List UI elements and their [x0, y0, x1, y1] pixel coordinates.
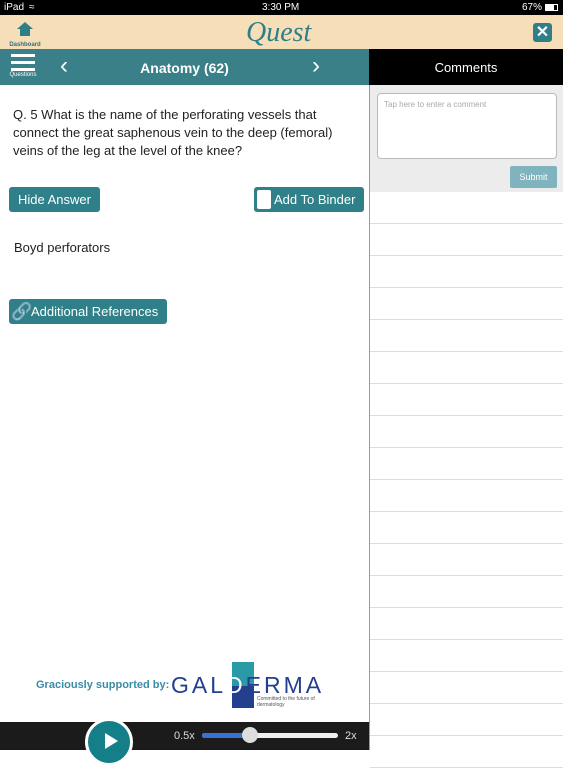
speed-max-label: 2x [345, 730, 357, 742]
play-button[interactable] [85, 718, 133, 766]
question-panel: Q. 5 What is the name of the perforating… [0, 85, 369, 722]
comment-row-divider [370, 320, 563, 352]
comment-row-divider [370, 256, 563, 288]
question-text: Q. 5 What is the name of the perforating… [13, 107, 333, 158]
comment-row-divider [370, 192, 563, 224]
submit-button[interactable]: Submit [510, 166, 557, 188]
comment-input[interactable]: Tap here to enter a comment [377, 93, 557, 159]
comment-row-divider [370, 640, 563, 672]
play-icon [105, 733, 118, 749]
comment-row-divider [370, 224, 563, 256]
question-nav: Questions ‹ Anatomy (62) › [0, 49, 369, 85]
add-to-binder-button[interactable]: Add To Binder [254, 187, 365, 212]
comment-row-divider [370, 416, 563, 448]
comment-row-divider [370, 288, 563, 320]
dashboard-button[interactable]: Dashboard [6, 21, 44, 48]
comment-row-divider [370, 736, 563, 768]
comment-row-divider [370, 512, 563, 544]
comment-row-divider [370, 672, 563, 704]
device-label: iPad [4, 2, 25, 13]
dashboard-label: Dashboard [9, 42, 41, 48]
comment-row-divider [370, 448, 563, 480]
next-arrow-icon[interactable]: › [312, 52, 320, 80]
sponsor-label: Graciously supported by: [36, 679, 170, 691]
battery-level: 67% [522, 2, 543, 13]
comment-row-divider [370, 704, 563, 736]
comment-row-divider [370, 544, 563, 576]
speed-min-label: 0.5x [174, 730, 195, 742]
comment-row-divider [370, 608, 563, 640]
slider-thumb[interactable] [241, 727, 258, 743]
app-header: Dashboard Quest ✕ [0, 15, 563, 49]
binder-icon [257, 190, 271, 209]
quest-logo: Quest [246, 17, 312, 48]
comments-title: Comments [369, 49, 563, 85]
additional-references-button[interactable]: 🔗 Additional References [9, 299, 168, 324]
comment-row-divider [370, 480, 563, 512]
hide-answer-button[interactable]: Hide Answer [9, 187, 100, 212]
home-icon [17, 22, 33, 36]
galderma-logo: GALDERMA Committed to the future of derm… [171, 662, 341, 710]
wifi-icon: ≈ [29, 2, 35, 13]
link-icon: 🔗 [11, 302, 33, 321]
comment-row-divider [370, 384, 563, 416]
comment-row-divider [370, 352, 563, 384]
answer-text: Boyd perforators [14, 240, 111, 255]
audio-player: 0.5x 2x [0, 718, 369, 766]
speed-slider[interactable] [202, 727, 338, 743]
battery-icon [545, 4, 558, 11]
clock: 3:30 PM [262, 2, 300, 13]
comment-row-divider [370, 576, 563, 608]
comments-panel: Tap here to enter a comment Submit [369, 85, 563, 768]
close-icon[interactable]: ✕ [533, 23, 552, 42]
status-bar: iPad ≈ 3:30 PM 67% [0, 0, 563, 15]
